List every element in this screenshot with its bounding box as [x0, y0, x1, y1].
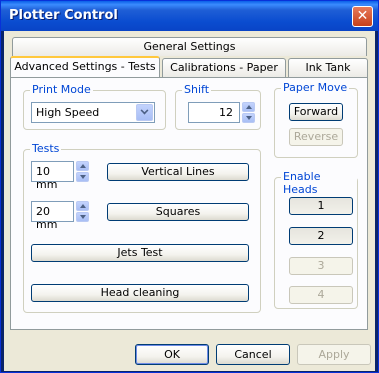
tab-advanced-settings-tests[interactable]: Advanced Settings - Tests	[10, 56, 160, 77]
spin-down-button[interactable]	[76, 172, 89, 182]
cancel-label: Cancel	[234, 348, 272, 361]
shift-group: Shift 12	[175, 83, 261, 130]
tab-general-settings[interactable]: General Settings	[12, 37, 367, 56]
arrow-down-icon	[80, 215, 86, 219]
tab-label: Ink Tank	[305, 61, 351, 74]
dialog-client: General Settings Advanced Settings - Tes…	[4, 31, 375, 371]
vertical-lines-size-value: 10 mm	[36, 165, 58, 191]
tab-label: Calibrations - Paper	[170, 61, 278, 74]
head-1-label: 1	[317, 199, 325, 212]
head-2-toggle[interactable]: 2	[289, 227, 353, 245]
ok-button[interactable]: OK	[135, 344, 209, 365]
head-cleaning-label: Head cleaning	[100, 286, 180, 299]
dropdown-arrow-button[interactable]	[136, 104, 153, 121]
apply-label: Apply	[318, 348, 350, 361]
enable-heads-label: Enable Heads	[281, 170, 357, 196]
head-1-toggle[interactable]: 1	[289, 197, 353, 215]
cancel-button[interactable]: Cancel	[216, 344, 290, 365]
tab-panel-advanced-settings: Print Mode High Speed Shift 12 Paper Mov…	[10, 77, 368, 330]
head-cleaning-button[interactable]: Head cleaning	[31, 284, 249, 302]
arrow-up-icon	[80, 204, 86, 208]
spin-down-button[interactable]	[242, 113, 255, 123]
tab-calibrations-paper[interactable]: Calibrations - Paper	[162, 58, 286, 77]
tab-label: Advanced Settings - Tests	[14, 60, 156, 73]
arrow-up-icon	[80, 164, 86, 168]
plotter-control-window: Plotter Control ✕ General Settings Advan…	[0, 0, 379, 373]
spin-down-button[interactable]	[76, 212, 89, 222]
forward-label: Forward	[293, 105, 339, 118]
tests-group: Tests 10 mm Vertical Lines 20 mm Squares…	[23, 142, 261, 313]
arrow-up-icon	[246, 105, 252, 109]
shift-input[interactable]: 12	[188, 102, 240, 123]
ok-label: OK	[164, 348, 180, 361]
tab-label: General Settings	[143, 40, 236, 53]
squares-size-input[interactable]: 20 mm	[31, 201, 74, 231]
squares-size-spinner[interactable]	[76, 201, 89, 222]
head-2-label: 2	[317, 229, 325, 242]
head-3-label: 3	[317, 259, 325, 272]
head-3-toggle[interactable]: 3	[289, 257, 353, 275]
title-bar[interactable]: Plotter Control ✕	[1, 1, 378, 31]
tests-label: Tests	[30, 142, 62, 155]
close-button[interactable]: ✕	[352, 6, 373, 27]
tab-ink-tank[interactable]: Ink Tank	[288, 58, 368, 77]
vertical-lines-size-spinner[interactable]	[76, 161, 89, 182]
jets-test-button[interactable]: Jets Test	[31, 244, 249, 262]
apply-button[interactable]: Apply	[297, 344, 371, 365]
head-4-toggle[interactable]: 4	[289, 286, 353, 304]
spin-up-button[interactable]	[76, 161, 89, 171]
close-icon: ✕	[356, 8, 369, 24]
shift-label: Shift	[182, 83, 212, 96]
arrow-down-icon	[246, 116, 252, 120]
reverse-button[interactable]: Reverse	[289, 128, 343, 146]
vertical-lines-size-input[interactable]: 10 mm	[31, 161, 74, 191]
jets-test-label: Jets Test	[117, 246, 163, 259]
squares-button[interactable]: Squares	[107, 203, 249, 221]
print-mode-select[interactable]: High Speed	[31, 102, 155, 123]
shift-value: 12	[219, 106, 233, 119]
squares-label: Squares	[155, 205, 201, 218]
paper-move-group: Paper Move Forward Reverse	[274, 81, 358, 158]
spin-up-button[interactable]	[242, 102, 255, 112]
vertical-lines-label: Vertical Lines	[141, 165, 215, 178]
print-mode-value: High Speed	[36, 106, 100, 119]
window-title: Plotter Control	[9, 8, 118, 23]
print-mode-label: Print Mode	[30, 83, 93, 96]
vertical-lines-button[interactable]: Vertical Lines	[107, 163, 249, 181]
forward-button[interactable]: Forward	[289, 103, 343, 121]
reverse-label: Reverse	[293, 130, 339, 143]
spin-up-button[interactable]	[76, 201, 89, 211]
squares-size-value: 20 mm	[36, 205, 58, 231]
print-mode-group: Print Mode High Speed	[23, 83, 166, 130]
paper-move-label: Paper Move	[281, 81, 350, 94]
head-4-label: 4	[317, 288, 325, 301]
shift-spinner[interactable]	[242, 102, 255, 123]
enable-heads-group: Enable Heads 1 2 3 4	[274, 170, 358, 309]
arrow-down-icon	[80, 175, 86, 179]
chevron-down-icon	[140, 106, 149, 115]
